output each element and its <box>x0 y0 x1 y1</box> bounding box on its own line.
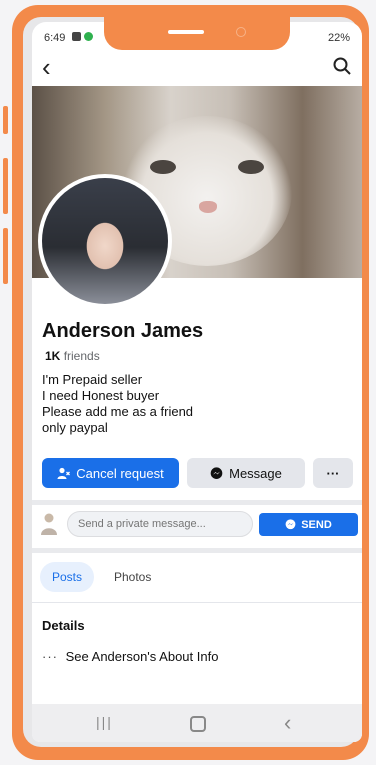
tab-photos[interactable]: Photos <box>102 562 163 592</box>
about-info-label: See Anderson's About Info <box>65 649 219 664</box>
friends-count-label: friends <box>63 349 100 363</box>
profile-name: Anderson James <box>42 320 204 342</box>
notch-speaker <box>168 30 204 34</box>
profile-bio: I'm Prepaid seller I need Honest buyer P… <box>42 372 193 436</box>
chevron-left-icon[interactable]: ‹ <box>42 54 51 80</box>
recents-icon[interactable]: ||| <box>96 714 113 730</box>
profile-tabs: Posts Photos <box>32 558 362 598</box>
search-icon[interactable] <box>332 56 352 76</box>
more-options-button[interactable]: ··· <box>313 458 353 488</box>
private-message-input[interactable] <box>67 511 253 537</box>
tab-posts[interactable]: Posts <box>40 562 95 592</box>
profile-avatar-image <box>42 178 168 304</box>
section-divider <box>32 548 362 553</box>
about-info-link[interactable]: ··· See Anderson's About Info <box>42 649 218 664</box>
tabs-divider <box>32 602 362 603</box>
bio-line: only paypal <box>42 420 108 435</box>
person-cancel-icon <box>57 467 71 479</box>
gallery-notification-icon <box>72 32 81 41</box>
home-icon[interactable] <box>190 716 206 732</box>
more-dots-icon: ··· <box>42 649 58 664</box>
send-label: SEND <box>301 518 332 531</box>
cancel-request-label: Cancel request <box>76 465 164 481</box>
notch-camera <box>236 27 246 37</box>
status-battery: 22% <box>327 32 350 44</box>
back-icon[interactable]: ‹ <box>284 710 291 736</box>
side-button-middle <box>3 158 8 214</box>
status-time: 6:49 <box>44 32 66 44</box>
message-button[interactable]: Message <box>187 458 305 488</box>
bio-line: Please add me as a friend <box>42 404 194 419</box>
messenger-icon <box>210 466 223 479</box>
friends-count[interactable]: 1K friends <box>45 349 100 363</box>
system-nav-bar: ||| ‹ <box>32 704 362 742</box>
phone-notch <box>104 10 290 50</box>
send-button[interactable]: SEND <box>259 513 358 536</box>
cover-cat-eye-left <box>150 160 176 174</box>
app-notification-icon <box>84 32 93 41</box>
bio-line: I'm Prepaid seller <box>42 372 143 387</box>
details-heading: Details <box>42 618 85 633</box>
friends-count-value: 1K <box>45 349 61 363</box>
cover-cat-nose <box>199 201 217 213</box>
side-button-bottom <box>3 228 8 284</box>
message-label: Message <box>229 465 282 481</box>
top-bar: ‹ <box>32 50 362 86</box>
my-avatar <box>41 513 57 535</box>
bio-line: I need Honest buyer <box>42 388 160 403</box>
side-button-top <box>3 106 8 134</box>
section-divider <box>32 500 362 505</box>
messenger-icon <box>285 519 296 530</box>
cancel-request-button[interactable]: Cancel request <box>42 458 179 488</box>
profile-avatar[interactable] <box>38 174 172 308</box>
cover-cat-eye-right <box>238 160 264 174</box>
phone-screen: 6:49 22% ‹ Anderson James 1K friends I'm… <box>32 22 362 742</box>
private-message-row: SEND <box>32 508 362 542</box>
